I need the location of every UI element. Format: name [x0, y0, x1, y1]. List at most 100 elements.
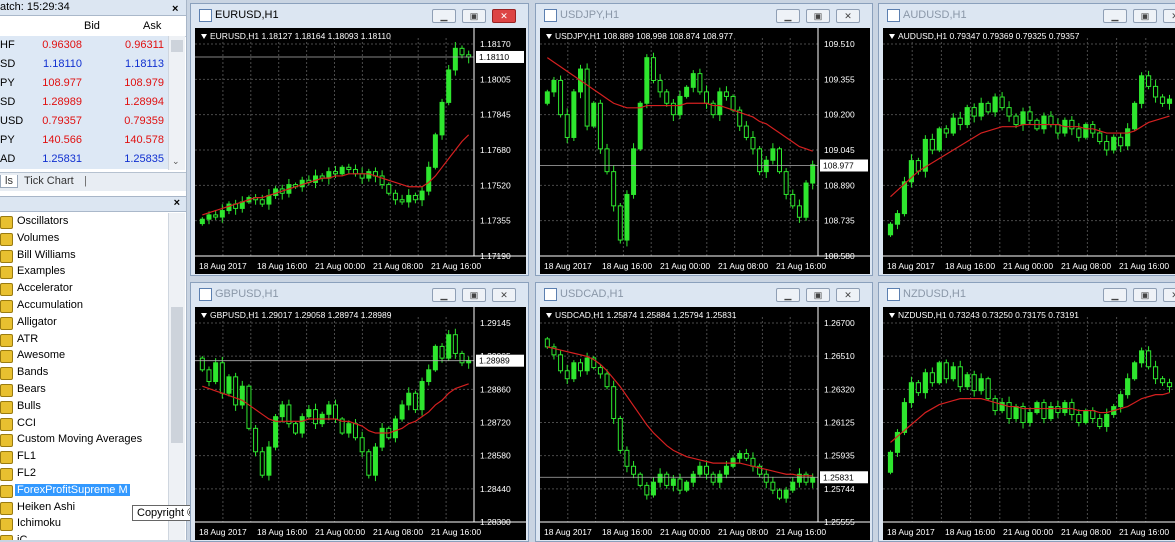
- market-watch-tabs: ls Tick Chart |: [0, 172, 186, 191]
- chart-titlebar[interactable]: USDCAD,H1 ▁ ▣ ✕: [536, 283, 872, 305]
- candle-body: [894, 213, 901, 225]
- x-tick-label: 21 Aug 00:00: [315, 261, 365, 271]
- chart-titlebar[interactable]: GBPUSD,H1 ▁ ▣ ✕: [191, 283, 528, 305]
- minimize-button[interactable]: ▁: [776, 288, 800, 302]
- navigator-item[interactable]: Bulls: [0, 398, 168, 415]
- candle-body: [558, 354, 564, 372]
- navigator-item[interactable]: Bill Williams: [0, 247, 168, 264]
- navigator-scroll-thumb[interactable]: [171, 307, 183, 443]
- candle-body: [936, 362, 942, 384]
- navigator-item[interactable]: Alligator: [0, 314, 168, 331]
- market-watch-row[interactable]: USD 0.79357 0.79359: [0, 112, 168, 132]
- candle-body: [1027, 412, 1033, 424]
- chart-window-nzdusd[interactable]: NZDUSD,H1 ▁ ▣ ✕ 18 Aug 2017 18 Aug 16:00 2…: [878, 282, 1175, 542]
- y-tick-label: 1.28440: [480, 484, 511, 494]
- restore-button[interactable]: ▣: [806, 9, 830, 23]
- restore-button[interactable]: ▣: [1133, 288, 1157, 302]
- navigator-item[interactable]: ForexProfitSupreme M: [0, 482, 168, 499]
- market-watch-row[interactable]: PY 108.977 108.979: [0, 74, 168, 94]
- dropdown-triangle-icon: [546, 34, 552, 40]
- restore-button[interactable]: ▣: [806, 288, 830, 302]
- col-ask-header[interactable]: Ask: [143, 20, 161, 32]
- market-watch-close-icon[interactable]: ×: [172, 3, 178, 15]
- chart-ohlc-text: NZDUSD,H1 0.73243 0.73250 0.73175 0.7319…: [898, 310, 1079, 320]
- navigator-item[interactable]: FL1: [0, 448, 168, 465]
- candle-body: [239, 385, 245, 406]
- chart-titlebar[interactable]: AUDUSD,H1 ▁ ▣ ✕: [879, 4, 1175, 26]
- chart-plot-area[interactable]: 1.291451.290051.288601.287201.285801.284…: [195, 307, 526, 540]
- navigator-item[interactable]: Bands: [0, 364, 168, 381]
- chart-window-usdjpy[interactable]: USDJPY,H1 ▁ ▣ ✕ 109.510 109.355 109.200 109…: [535, 3, 873, 276]
- market-watch-row[interactable]: SD 1.28989 1.28994: [0, 93, 168, 113]
- chart-titlebar[interactable]: NZDUSD,H1 ▁ ▣ ✕: [879, 283, 1175, 305]
- candle-body: [887, 451, 894, 473]
- col-bid-header[interactable]: Bid: [84, 20, 100, 32]
- navigator-item[interactable]: Bears: [0, 381, 168, 398]
- chart-plot-area[interactable]: 18 Aug 2017 18 Aug 16:00 21 Aug 00:00 21 Au…: [883, 28, 1175, 274]
- chart-titlebar[interactable]: EURUSD,H1 ▁ ▣ ✕: [191, 4, 528, 26]
- candle-body: [901, 181, 908, 215]
- close-button[interactable]: ✕: [836, 288, 860, 302]
- chart-window-audusd[interactable]: AUDUSD,H1 ▁ ▣ ✕ 18 Aug 2017 18 Aug 16:00 2…: [878, 3, 1175, 276]
- candle-body: [929, 372, 935, 384]
- chart-window-gbpusd[interactable]: GBPUSD,H1 ▁ ▣ ✕ 1.291451.290051.288601.2…: [190, 282, 529, 542]
- navigator-item[interactable]: ATR: [0, 331, 168, 348]
- close-button[interactable]: ✕: [1163, 9, 1175, 23]
- close-button[interactable]: ✕: [1163, 288, 1175, 302]
- candle-body: [406, 194, 412, 203]
- close-button[interactable]: ✕: [836, 9, 860, 23]
- restore-button[interactable]: ▣: [462, 9, 486, 23]
- candle-body: [763, 473, 769, 483]
- navigator-item[interactable]: Awesome: [0, 347, 168, 364]
- minimize-button[interactable]: ▁: [432, 288, 456, 302]
- candle-body: [637, 102, 643, 150]
- chart-plot-area[interactable]: 1.18170 1.18005 1.17845 1.17680 1.17520 1.173…: [195, 28, 526, 274]
- navigator-item[interactable]: CCI: [0, 415, 168, 432]
- row-bid: 140.566: [42, 134, 82, 146]
- x-tick-label: 21 Aug 16:00: [431, 527, 481, 537]
- chart-window-usdcad[interactable]: USDCAD,H1 ▁ ▣ ✕ 1.26700 1.26510 1.26320 1.2…: [535, 282, 873, 542]
- minimize-button[interactable]: ▁: [1103, 9, 1127, 23]
- market-watch-row[interactable]: AD 1.25831 1.25835: [0, 150, 168, 170]
- chart-titlebar[interactable]: USDJPY,H1 ▁ ▣ ✕: [536, 4, 872, 26]
- chart-info-header: NZDUSD,H1 0.73243 0.73250 0.73175 0.7319…: [889, 310, 1079, 320]
- candle-body: [233, 376, 239, 406]
- candle-body: [219, 362, 225, 394]
- restore-button[interactable]: ▣: [1133, 9, 1157, 23]
- navigator-scrollbar[interactable]: [168, 213, 185, 540]
- close-button[interactable]: ✕: [492, 288, 516, 302]
- market-watch-scrollbar[interactable]: ⌄: [168, 36, 185, 170]
- indicator-icon: [0, 535, 13, 540]
- chart-window-eurusd[interactable]: EURUSD,H1 ▁ ▣ ✕ 1.18170 1.18005 1.17845 1.1…: [190, 3, 529, 276]
- tab-symbols[interactable]: ls: [0, 175, 18, 188]
- navigator-close-icon[interactable]: ×: [174, 197, 180, 209]
- close-button[interactable]: ✕: [492, 9, 516, 23]
- candle-body: [452, 334, 458, 354]
- chart-plot-area[interactable]: 18 Aug 2017 18 Aug 16:00 21 Aug 00:00 21 Au…: [883, 307, 1175, 540]
- navigator-item[interactable]: Accumulation: [0, 297, 168, 314]
- tab-tick-chart[interactable]: Tick Chart: [24, 175, 74, 187]
- y-tick-label: 1.29145: [480, 318, 511, 328]
- market-watch-row[interactable]: PY 140.566 140.578: [0, 131, 168, 151]
- candle-body: [803, 182, 809, 218]
- navigator-item[interactable]: Examples: [0, 263, 168, 280]
- candle-body: [426, 369, 432, 383]
- candle-body: [810, 476, 816, 483]
- market-watch-row[interactable]: HF 0.96308 0.96311: [0, 36, 168, 56]
- candle-body: [631, 148, 637, 195]
- chart-plot-area[interactable]: 1.26700 1.26510 1.26320 1.26125 1.25935 1.257…: [540, 307, 870, 540]
- minimize-button[interactable]: ▁: [776, 9, 800, 23]
- minimize-button[interactable]: ▁: [1103, 288, 1127, 302]
- indicator-icon: [0, 350, 13, 364]
- navigator-item[interactable]: FL2: [0, 465, 168, 482]
- candle-body: [810, 164, 816, 184]
- navigator-item[interactable]: Accelerator: [0, 280, 168, 297]
- row-bid: 1.25831: [42, 153, 82, 165]
- navigator-item[interactable]: Custom Moving Averages: [0, 431, 168, 448]
- chart-plot-area[interactable]: 109.510 109.355 109.200 109.045 108.890 108.7…: [540, 28, 870, 274]
- market-watch-row[interactable]: SD 1.18110 1.18113: [0, 55, 168, 75]
- minimize-button[interactable]: ▁: [432, 9, 456, 23]
- navigator-item[interactable]: Volumes: [0, 230, 168, 247]
- navigator-item[interactable]: Oscillators: [0, 213, 168, 230]
- restore-button[interactable]: ▣: [462, 288, 486, 302]
